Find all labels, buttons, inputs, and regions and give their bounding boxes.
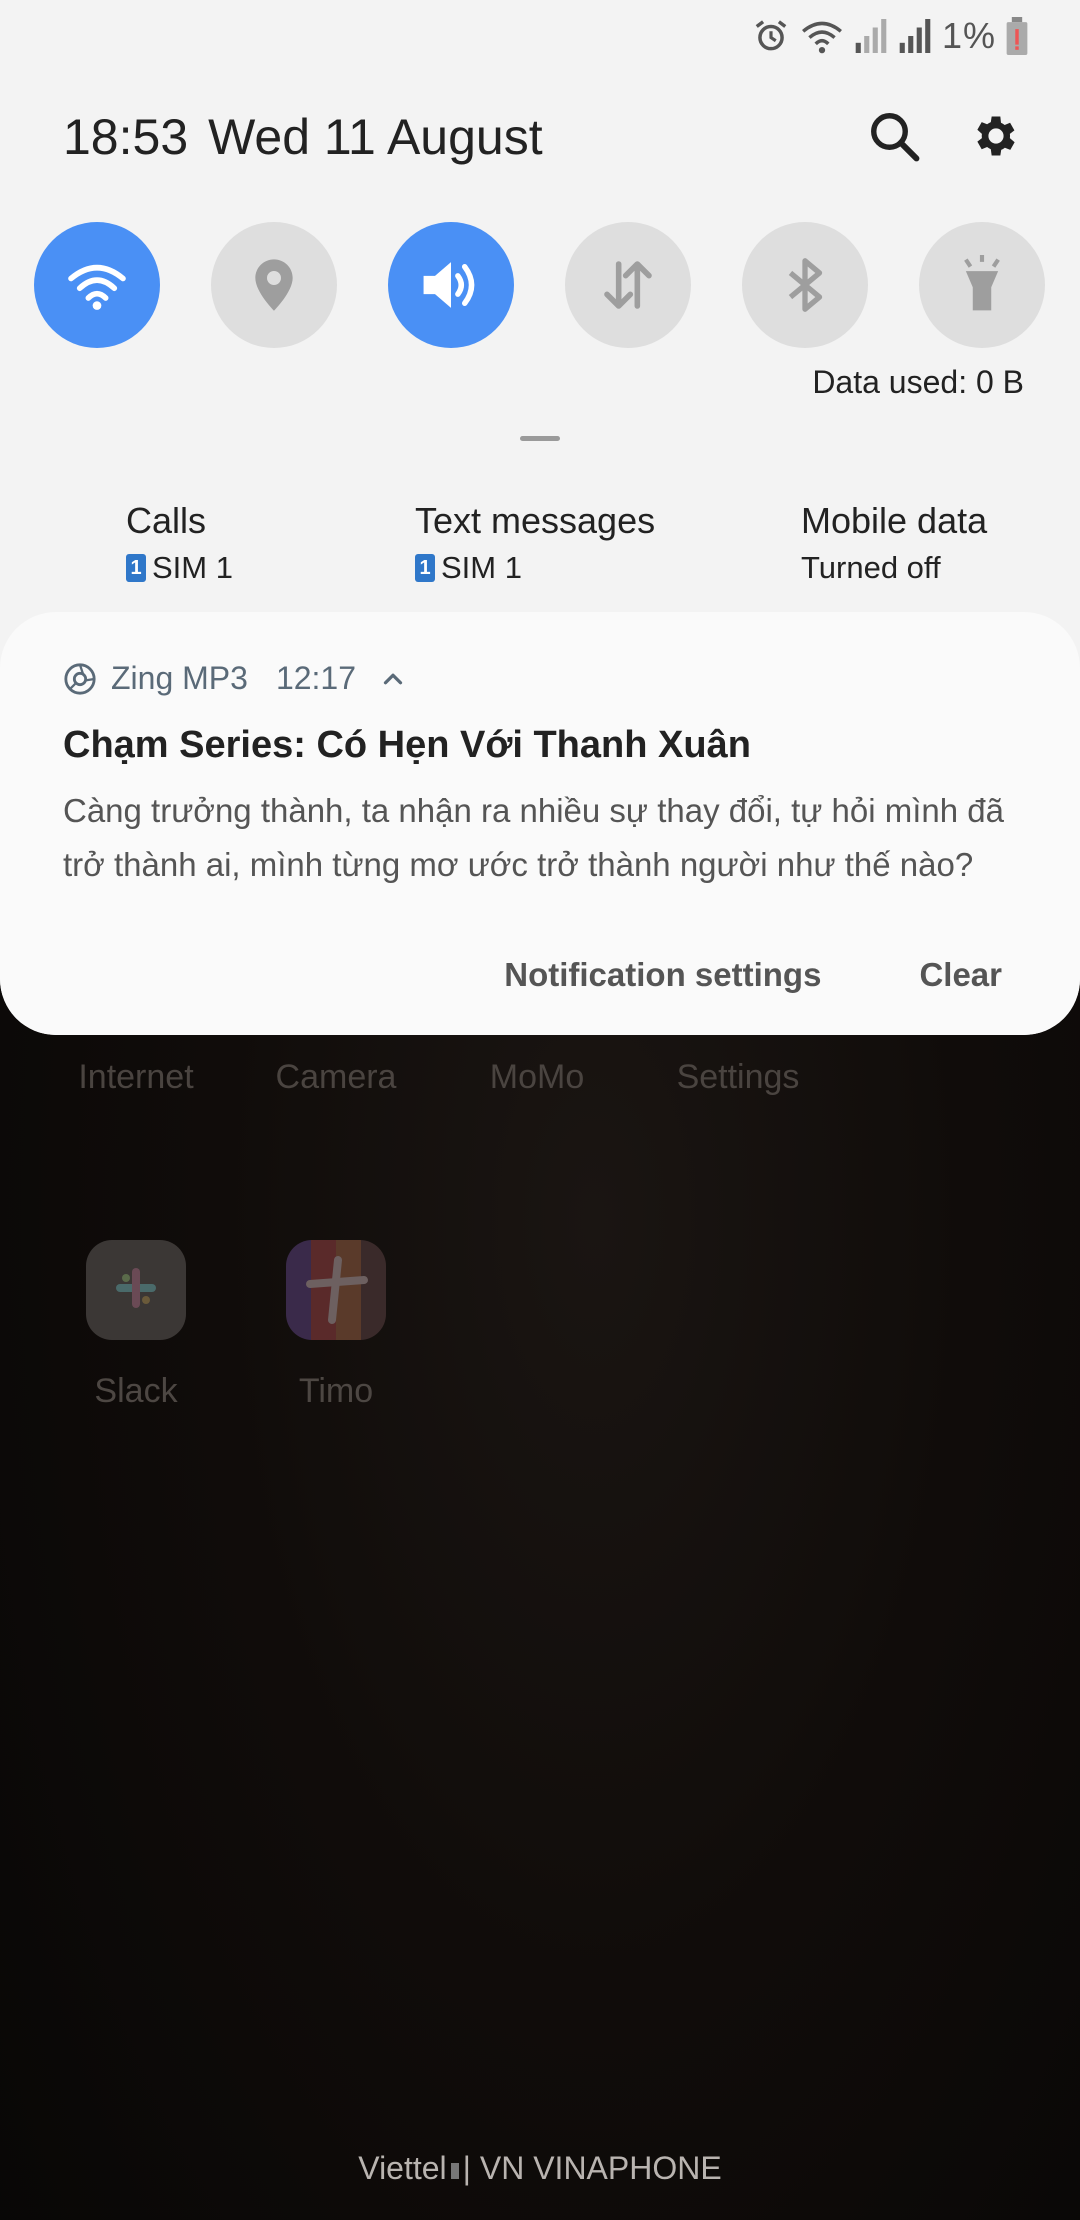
qs-location-toggle[interactable] — [211, 222, 337, 348]
data-arrows-icon — [604, 261, 652, 309]
qs-flashlight-toggle[interactable] — [919, 222, 1045, 348]
app-label-internet[interactable]: Internet — [36, 1058, 236, 1097]
battery-percent: 1% — [941, 15, 996, 56]
status-bar: 1% — [752, 12, 1028, 60]
flashlight-icon — [964, 255, 1000, 311]
qs-bluetooth-toggle[interactable] — [742, 222, 868, 348]
location-pin-icon — [255, 259, 293, 311]
wifi-icon — [802, 21, 842, 54]
bluetooth-icon — [788, 258, 823, 312]
data-used-label: Data used: 0 B — [812, 364, 1024, 400]
notification-header: Zing MP3 12:17 — [63, 660, 408, 697]
app-name-timo[interactable]: Timo — [236, 1372, 436, 1411]
sim-calls[interactable]: Calls 1 SIM 1 — [126, 500, 233, 586]
search-icon — [871, 113, 920, 162]
sim-badge-icon: 1 — [126, 554, 146, 582]
wifi-icon — [68, 264, 126, 310]
app-label-momo[interactable]: MoMo — [437, 1058, 637, 1097]
volume-icon — [423, 262, 475, 308]
notification-card[interactable]: Zing MP3 12:17 Chạm Series: Có Hẹn Với T… — [0, 612, 1080, 1035]
notification-settings-button[interactable]: Notification settings — [504, 956, 821, 994]
carrier-label: Viettel | VN VINAPHONE — [358, 2150, 722, 2186]
signal-icon — [899, 19, 931, 53]
signal-icon — [855, 19, 887, 53]
qs-wifi-toggle[interactable] — [34, 222, 160, 348]
carrier-left: Viettel — [358, 2150, 447, 2186]
sim-mobile-data[interactable]: Mobile data Turned off — [801, 500, 987, 586]
clock-time: 18:53 — [63, 109, 189, 165]
sim-mobile-data-value: Turned off — [801, 550, 941, 585]
timo-icon — [306, 1256, 368, 1324]
alarm-icon — [755, 20, 787, 51]
slack-icon — [116, 1268, 156, 1308]
notification-actions: Notification settings Clear — [504, 956, 1002, 994]
settings-button[interactable] — [966, 106, 1026, 166]
carrier-divider — [450, 2162, 459, 2179]
timo-app-icon[interactable] — [286, 1240, 386, 1340]
clock-date[interactable]: Wed 11 August — [208, 109, 543, 165]
clear-button[interactable]: Clear — [919, 956, 1002, 994]
header-clock: 18:53 Wed 11 August — [63, 108, 543, 166]
notification-app-name: Zing MP3 — [111, 660, 248, 696]
gear-icon — [977, 116, 1015, 156]
slack-app-icon[interactable] — [86, 1240, 186, 1340]
app-name-slack[interactable]: Slack — [36, 1372, 236, 1411]
app-label-settings[interactable]: Settings — [638, 1058, 838, 1097]
quick-settings — [0, 222, 1080, 350]
notification-time: 12:17 — [275, 660, 357, 696]
carrier-right: VN VINAPHONE — [479, 2150, 722, 2186]
sim-texts-title: Text messages — [415, 500, 656, 541]
sim-calls-title: Calls — [126, 500, 207, 541]
qs-mobile-data-toggle[interactable] — [565, 222, 691, 348]
sim-badge-icon: 1 — [415, 554, 435, 582]
sim-mobile-data-title: Mobile data — [801, 500, 988, 541]
search-button[interactable] — [864, 106, 924, 166]
qs-sound-toggle[interactable] — [388, 222, 514, 348]
notification-body: Càng trưởng thành, ta nhận ra nhiều sự t… — [63, 792, 1004, 883]
zing-mp3-app-icon — [64, 662, 96, 695]
sim-text-messages[interactable]: Text messages 1 SIM 1 — [415, 500, 655, 586]
shade-drag-handle[interactable] — [520, 436, 560, 441]
notification-title: Chạm Series: Có Hẹn Với Thanh Xuân — [63, 724, 751, 766]
sim-texts-value: SIM 1 — [441, 550, 522, 585]
app-label-camera[interactable]: Camera — [236, 1058, 436, 1097]
sim-calls-value: SIM 1 — [152, 550, 233, 585]
chevron-up-icon[interactable] — [378, 664, 408, 694]
battery-icon — [1006, 17, 1028, 55]
